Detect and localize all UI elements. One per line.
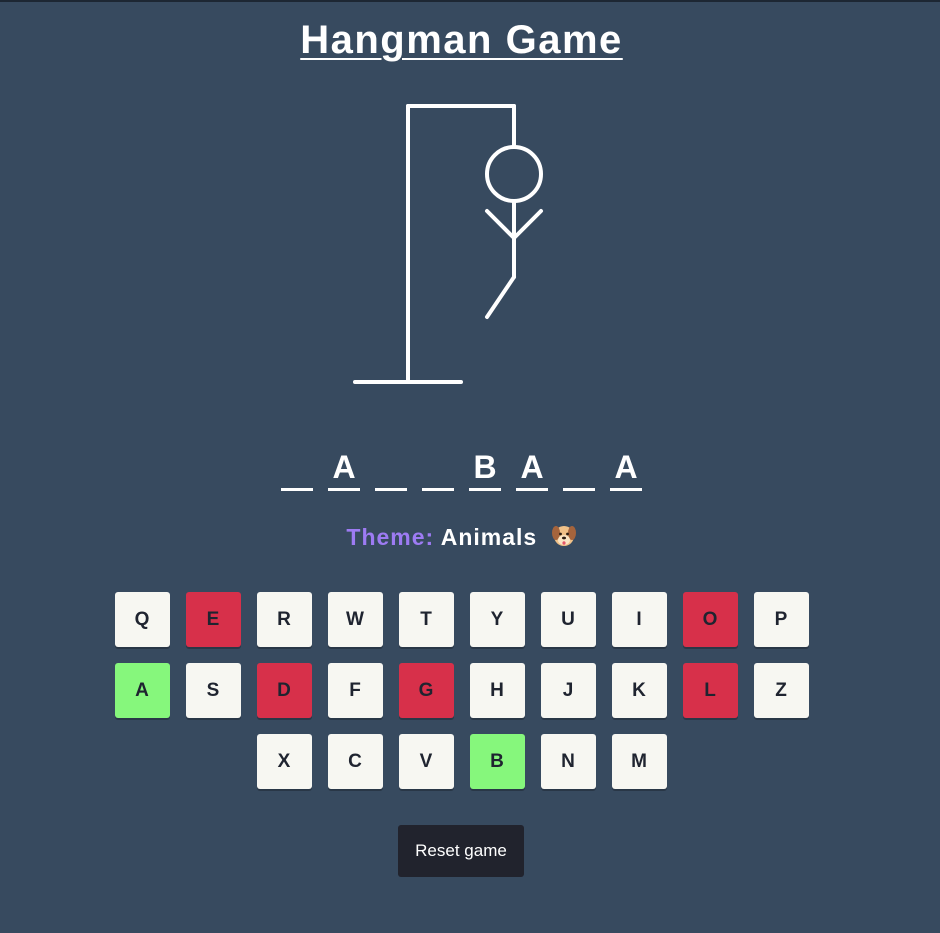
letter-slot	[563, 448, 595, 491]
key-v[interactable]: V	[398, 734, 454, 789]
key-i[interactable]: I	[611, 592, 667, 647]
key-a[interactable]: A	[114, 663, 170, 718]
page-title: Hangman Game	[300, 18, 623, 62]
keyboard-row: Q E R W T Y U I O P	[0, 592, 923, 647]
hangman-head	[485, 145, 543, 203]
key-u[interactable]: U	[540, 592, 596, 647]
key-z[interactable]: Z	[753, 663, 809, 718]
letter-slot	[281, 448, 313, 491]
key-l[interactable]: L	[682, 663, 738, 718]
key-c[interactable]: C	[327, 734, 383, 789]
hangman-drawing	[353, 104, 543, 384]
key-b[interactable]: B	[469, 734, 525, 789]
key-m[interactable]: M	[611, 734, 667, 789]
letter-keyboard: Q E R W T Y U I O P A S D F G H J K L Z …	[0, 592, 923, 805]
key-y[interactable]: Y	[469, 592, 525, 647]
theme-line: Theme: Animals	[0, 522, 923, 551]
dog-face-icon	[551, 526, 576, 546]
key-e[interactable]: E	[185, 592, 241, 647]
letter-slot	[375, 448, 407, 491]
key-k[interactable]: K	[611, 663, 667, 718]
key-x[interactable]: X	[256, 734, 312, 789]
letter-slot: A	[328, 448, 360, 491]
letter-slot: A	[610, 448, 642, 491]
key-d[interactable]: D	[256, 663, 312, 718]
letter-slot: A	[516, 448, 548, 491]
key-j[interactable]: J	[540, 663, 596, 718]
theme-value: Animals	[440, 524, 538, 550]
key-h[interactable]: H	[469, 663, 525, 718]
keyboard-row: X C V B N M	[0, 734, 923, 789]
hangman-left-arm	[485, 209, 516, 240]
key-s[interactable]: S	[185, 663, 241, 718]
key-w[interactable]: W	[327, 592, 383, 647]
key-n[interactable]: N	[540, 734, 596, 789]
key-q[interactable]: Q	[114, 592, 170, 647]
key-t[interactable]: T	[398, 592, 454, 647]
hangman-right-arm	[512, 209, 543, 240]
hangman-left-leg	[485, 275, 516, 319]
reset-game-button[interactable]: Reset game	[398, 825, 524, 877]
key-g[interactable]: G	[398, 663, 454, 718]
key-f[interactable]: F	[327, 663, 383, 718]
key-r[interactable]: R	[256, 592, 312, 647]
window-top-edge	[0, 0, 940, 2]
letter-slot	[422, 448, 454, 491]
keyboard-row: A S D F G H J K L Z	[0, 663, 923, 718]
theme-label: Theme:	[346, 524, 435, 550]
key-o[interactable]: O	[682, 592, 738, 647]
word-display: A B A A	[0, 448, 923, 491]
key-p[interactable]: P	[753, 592, 809, 647]
letter-slot: B	[469, 448, 501, 491]
